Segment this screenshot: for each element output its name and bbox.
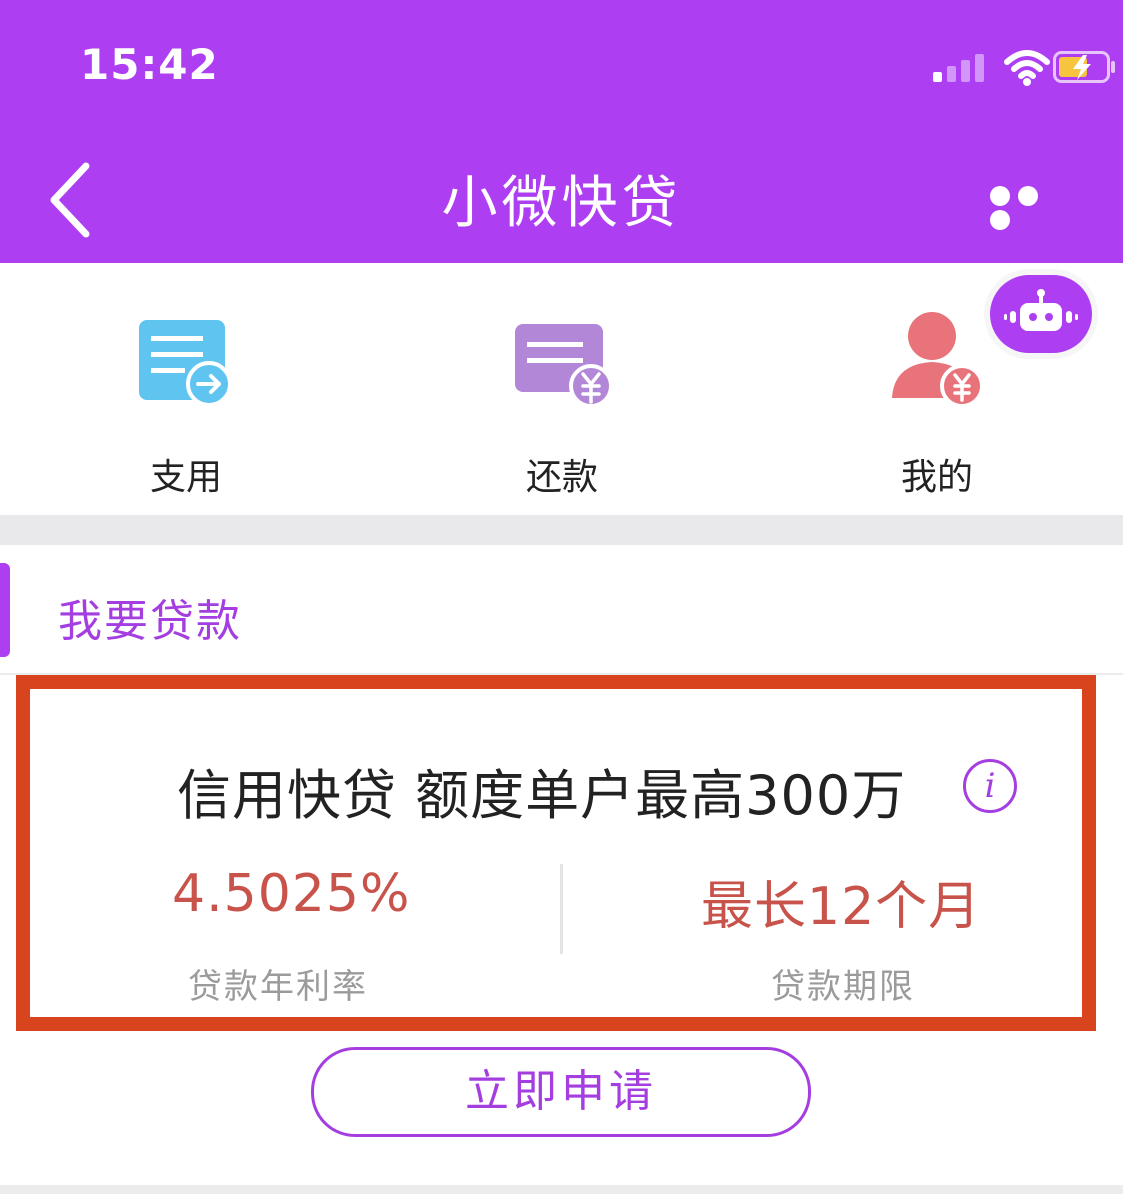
document-arrow-icon [139,320,232,407]
shortcut-repay[interactable]: 还款 [442,308,682,500]
section-title: 我要贷款 [58,596,242,647]
page-title: 小微快贷 [441,171,682,236]
card-yen-icon [515,324,613,408]
shortcut-label: 我的 [900,457,973,498]
loan-headline: 信用快贷 额度单户最高300万 [177,764,907,827]
wifi-icon [1004,50,1050,86]
info-icon[interactable]: i [963,759,1017,813]
apply-now-button[interactable]: 立即申请 [311,1047,811,1137]
loan-section-header: 我要贷款 [0,545,1123,675]
signal-icon [933,48,991,88]
shortcut-withdraw[interactable]: 支用 [66,308,306,500]
assistant-robot-button[interactable] [990,275,1092,353]
more-options-icon[interactable] [990,186,1070,230]
status-time: 15:42 [80,40,219,89]
term-value: 最长12个月 [701,877,982,937]
shortcut-label: 支用 [149,457,222,498]
term-label: 贷款期限 [771,967,915,1007]
battery-charging-icon [1053,51,1115,83]
section-accent-bar [0,563,10,657]
loan-product-card[interactable]: 信用快贷 额度单户最高300万 i 4.5025% 贷款年利率 最长12个月 贷… [16,675,1096,1031]
robot-icon [1004,289,1078,331]
shortcut-label: 还款 [525,457,598,498]
section-gap [0,515,1123,545]
bottom-divider [0,1185,1123,1194]
rate-value: 4.5025% [172,864,411,924]
user-yen-icon [892,312,984,408]
rate-label: 贷款年利率 [188,967,368,1007]
header-bar: 15:42 小微快贷 [0,0,1123,263]
stat-divider [560,864,563,954]
shortcut-row: 支用 还款 我的 [0,263,1123,515]
